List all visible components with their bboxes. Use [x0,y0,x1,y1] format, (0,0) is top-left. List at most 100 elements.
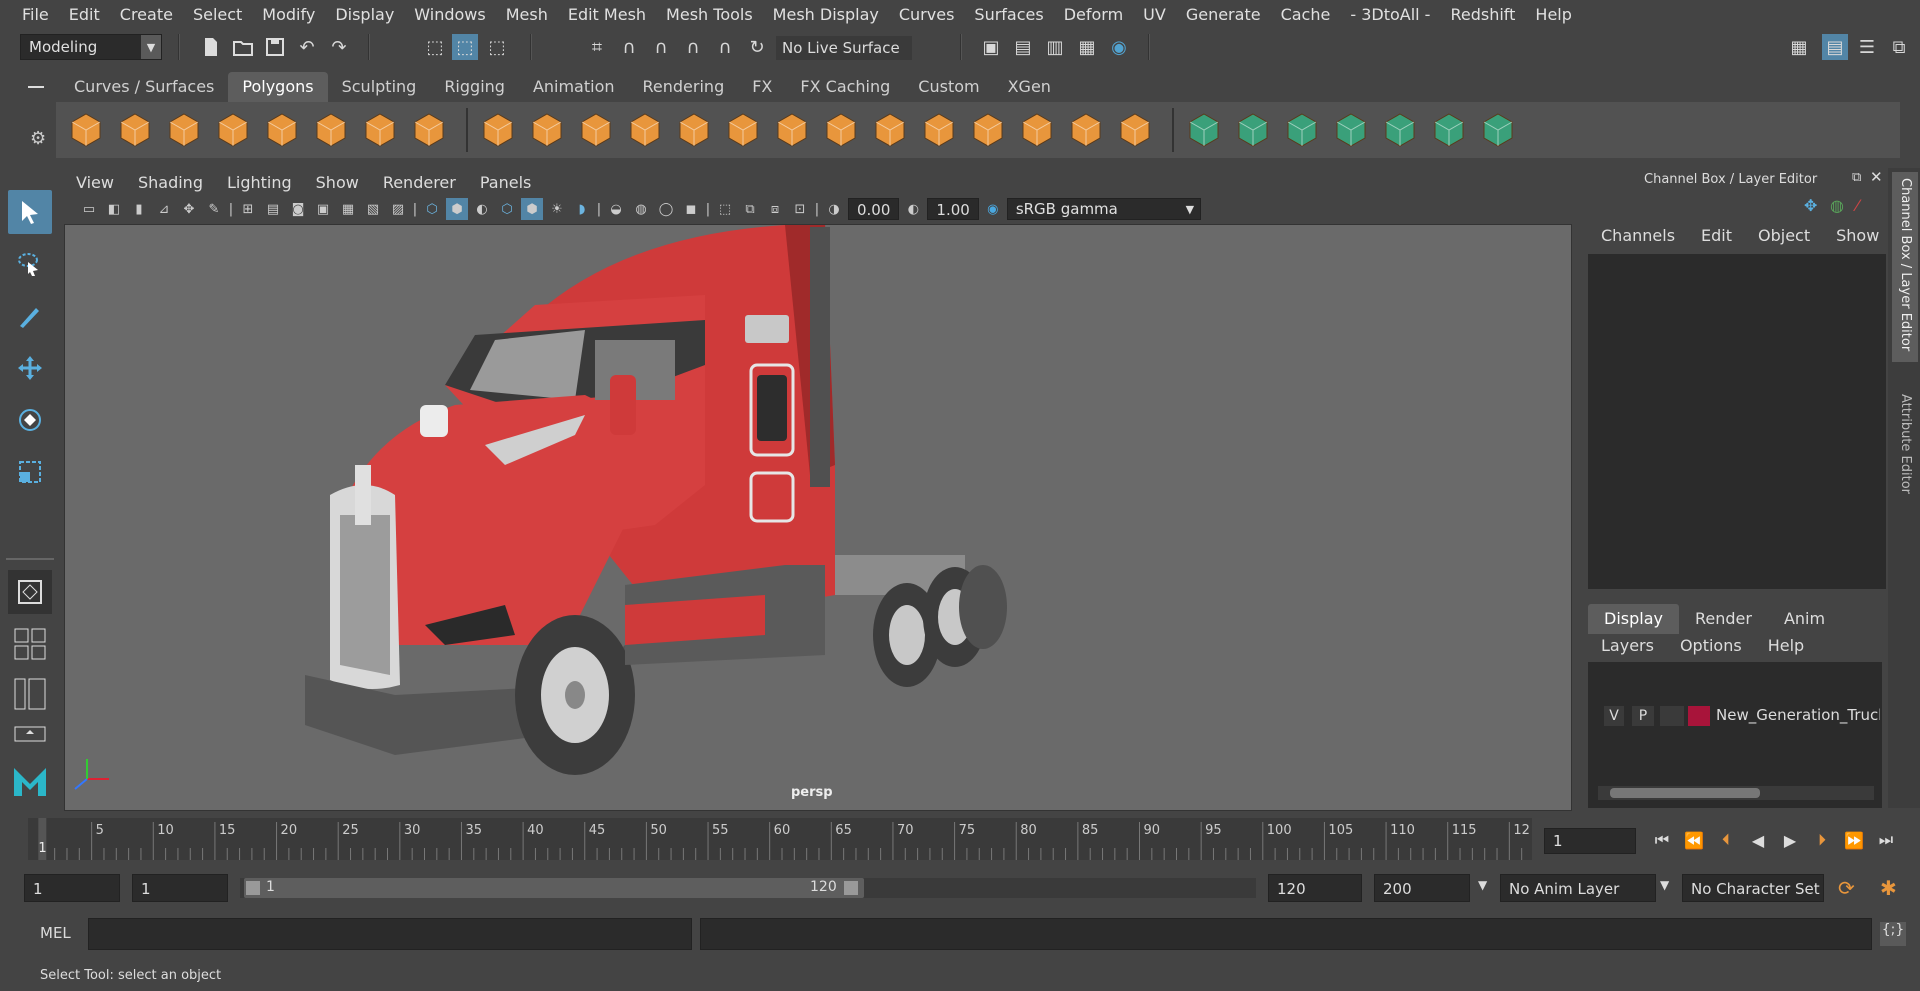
layer-editor-menu-item[interactable]: Options [1667,636,1755,655]
render-view-icon[interactable]: ▣ [978,34,1004,60]
smooth-icon[interactable] [625,110,665,150]
menu-item[interactable]: Mesh Tools [656,5,763,24]
menu-item[interactable]: Mesh Display [763,5,889,24]
snap-view-icon[interactable]: ∩ [680,34,706,60]
snap-point-icon[interactable]: ∩ [648,34,674,60]
default-material-icon[interactable]: ◐ [471,198,493,220]
target-weld-icon[interactable] [1066,110,1106,150]
use-all-lights-icon[interactable]: ☀ [546,198,568,220]
shelf-menu-icon[interactable] [24,78,48,98]
tool-settings-icon[interactable]: ☰ [1854,34,1880,60]
gamma-icon[interactable]: ◐ [902,198,924,220]
shelf-tab[interactable]: FX Caching [786,72,904,102]
anim-preferences-icon[interactable]: ✱ [1880,876,1897,900]
film-gate-icon[interactable]: ▤ [262,198,284,220]
time-ruler[interactable]: 5 10 15 20 25 30 35 40 45 50 55 60 65 70 75 80 85 90 95 100… [28,818,1532,860]
select-object-icon[interactable]: ⬚ [452,34,478,60]
xray-active-icon[interactable]: ⧈ [764,198,786,220]
shelf-tab[interactable]: Sculpting [328,72,431,102]
layer-editor-menu-item[interactable]: Layers [1588,636,1667,655]
cylindrical-map-icon[interactable] [1233,110,1273,150]
viewport-menu-item[interactable]: Renderer [371,173,468,192]
menu-item[interactable]: Edit [59,5,110,24]
paint-select-tool-icon[interactable] [8,294,52,338]
gate-mask-icon[interactable]: ▣ [312,198,334,220]
close-panel-icon[interactable]: ✕ [1870,168,1883,186]
workspace-dropdown[interactable]: Modeling ▼ [20,34,162,60]
select-camera-icon[interactable]: ▭ [78,198,100,220]
channel-box-menu-item[interactable]: Show [1823,226,1892,252]
open-scene-icon[interactable] [230,34,256,60]
play-backward-icon[interactable]: ◀ [1744,826,1772,854]
cube-icon[interactable] [115,110,155,150]
tab-channel-box[interactable]: Channel Box / Layer Editor [1892,172,1918,362]
snap-curve-icon[interactable]: ∩ [616,34,642,60]
animation-start-field[interactable]: 1 [24,874,120,902]
select-tool-icon[interactable] [8,190,52,234]
bridge-icon[interactable] [772,110,812,150]
planar-map-icon[interactable] [1184,110,1224,150]
anim-layer-dropdown[interactable]: No Anim Layer [1500,874,1656,902]
safe-action-icon[interactable]: ▧ [362,198,384,220]
range-end-handle[interactable] [844,881,858,895]
range-slider-bar[interactable]: 1 120 [244,878,864,898]
truck-model[interactable] [65,225,1572,811]
layer-editor-menu-item[interactable]: Help [1755,636,1817,655]
menu-item[interactable]: Create [110,5,183,24]
menu-item[interactable]: Redshift [1440,5,1525,24]
render-frame-icon[interactable]: ▤ [1010,34,1036,60]
character-set-dropdown[interactable]: No Character Set [1682,874,1824,902]
connect-icon[interactable] [1115,110,1155,150]
scrollbar-thumb[interactable] [1610,788,1760,798]
shelf-tab[interactable]: Rigging [430,72,519,102]
play-forward-icon[interactable]: ▶ [1776,826,1804,854]
menu-item[interactable]: Mesh [496,5,558,24]
menu-item[interactable]: Surfaces [964,5,1053,24]
command-language-label[interactable]: MEL [40,924,71,942]
shelf-tab[interactable]: Polygons [228,72,328,102]
layer-type-toggle[interactable] [1660,706,1684,726]
step-forward-key-icon[interactable]: ⏩ [1840,826,1868,854]
safe-title-icon[interactable]: ▨ [387,198,409,220]
channel-box-menu-item[interactable]: Channels [1588,226,1688,252]
redo-icon[interactable]: ↷ [326,34,352,60]
current-frame-field[interactable]: 1 [1544,828,1636,854]
speed-icon[interactable]: ◍ [1830,196,1844,215]
live-surface-field[interactable]: No Live Surface [776,36,912,60]
image-plane-icon[interactable]: ⊿ [153,198,175,220]
layer-name[interactable]: New_Generation_Truck [1716,706,1880,724]
mirror-icon[interactable] [576,110,616,150]
shadows-icon[interactable]: ◗ [571,198,593,220]
layer-editor-tab[interactable]: Anim [1768,604,1841,634]
layer-list[interactable]: V P New_Generation_Truck [1588,662,1882,808]
automatic-map-icon[interactable] [1331,110,1371,150]
maya-logo-icon[interactable] [8,760,52,800]
step-forward-frame-icon[interactable]: ⏵ [1808,826,1836,854]
menu-item[interactable]: File [12,5,59,24]
cylinder-icon[interactable] [164,110,204,150]
outliner-layout-icon[interactable] [8,674,52,714]
menu-item[interactable]: Select [183,5,252,24]
make-live-icon[interactable]: ↻ [744,34,770,60]
pan-zoom-icon[interactable]: ✥ [178,198,200,220]
menu-item[interactable]: Modify [252,5,325,24]
isolate-select-icon[interactable]: ⬚ [714,198,736,220]
layer-editor-tab[interactable]: Render [1679,604,1768,634]
layout-icon[interactable] [1478,110,1518,150]
script-editor-icon[interactable]: {;} [1880,922,1906,946]
exposure-icon[interactable]: ◑ [823,198,845,220]
extrude-icon[interactable] [919,110,959,150]
four-view-layout-icon[interactable] [8,624,52,664]
step-back-key-icon[interactable]: ⏪ [1680,826,1708,854]
camera-attributes-icon[interactable]: ◧ [103,198,125,220]
xray-icon[interactable]: ⬢ [521,198,543,220]
viewport-menu-item[interactable]: View [64,173,126,192]
go-to-end-icon[interactable]: ⏭ [1872,826,1900,854]
layout-options-icon[interactable] [8,720,52,750]
horizontal-scrollbar[interactable] [1598,786,1874,800]
move-tool-icon[interactable] [8,346,52,390]
manipulator-icon[interactable]: ✥ [1804,196,1817,215]
time-slider[interactable]: 5 10 15 20 25 30 35 40 45 50 55 60 65 70 75 80 85 90 95 100… [28,818,1532,860]
frame-all-icon[interactable]: ⊡ [789,198,811,220]
shelf-tab[interactable]: FX [738,72,786,102]
